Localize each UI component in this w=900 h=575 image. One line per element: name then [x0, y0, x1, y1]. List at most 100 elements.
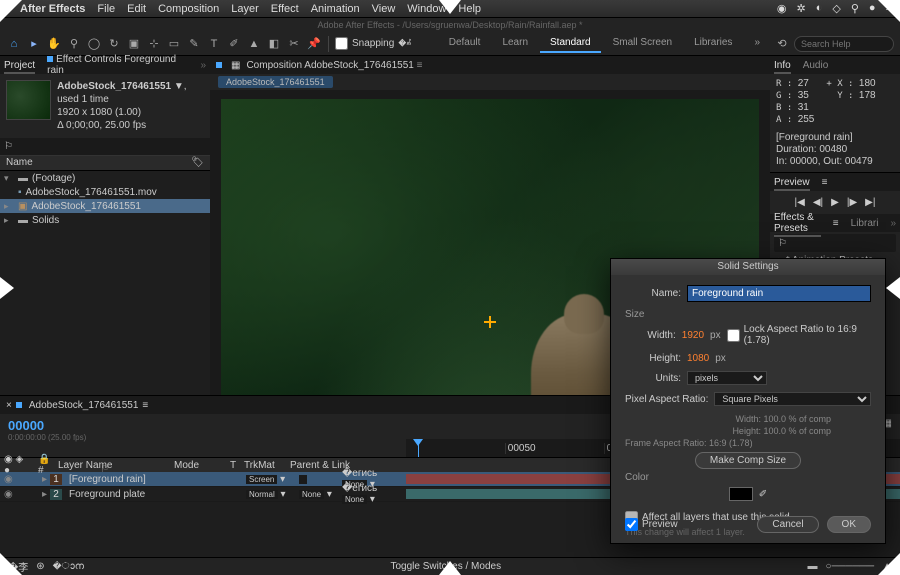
project-search-input[interactable] [13, 142, 206, 152]
width-value[interactable]: 1920 [682, 330, 704, 341]
cancel-button[interactable]: Cancel [757, 516, 818, 533]
workspace-standard[interactable]: Standard [540, 34, 601, 53]
layer-icon: ▦ [231, 60, 240, 71]
menu-edit[interactable]: Edit [127, 3, 146, 15]
tree-item-comp[interactable]: ▸▣AdobeStock_176461551 [0, 199, 210, 213]
snapping-toggle[interactable]: Snapping �ⰼ [335, 37, 411, 50]
siri-icon[interactable]: ● [869, 2, 876, 15]
sub-width: Width: 100.0 % of comp [625, 413, 871, 425]
preview-tab[interactable]: Preview [774, 177, 810, 188]
cc-icon[interactable]: ◉ [777, 2, 787, 15]
trkmat-dropdown[interactable]: None [299, 490, 324, 499]
eraser-tool-icon[interactable]: ◧ [266, 36, 282, 52]
lock-aspect-checkbox[interactable]: Lock Aspect Ratio to 16:9 (1.78) [727, 324, 871, 346]
next-frame-icon[interactable]: |▶ [847, 197, 857, 208]
app-toolbar: ⌂ ▸ ✋ ⚲ ◯ ↻ ▣ ⊹ ▭ ✎ T ✐ ▲ ◧ ✂ 📌 Snapping… [0, 32, 900, 56]
menu-layer[interactable]: Layer [231, 3, 259, 15]
workspace-learn[interactable]: Learn [492, 34, 538, 53]
first-frame-icon[interactable]: |◀ [795, 197, 805, 208]
app-name[interactable]: After Effects [20, 3, 85, 15]
libraries-tab[interactable]: Librari [851, 218, 879, 229]
tree-folder-solids[interactable]: ▸▬Solids [0, 213, 210, 227]
column-tags-icon[interactable]: 🏷 [191, 156, 204, 170]
stamp-tool-icon[interactable]: ▲ [246, 36, 262, 52]
zoom-tool-icon[interactable]: ⚲ [66, 36, 82, 52]
column-name[interactable]: Name [6, 156, 33, 170]
wifi-icon[interactable]: ◇ [832, 2, 840, 15]
tree-item-mov[interactable]: ▪AdobeStock_176461551.mov [0, 185, 210, 199]
solid-settings-dialog: Solid Settings Name: Size Width: 1920 px… [610, 258, 886, 544]
layer-name[interactable]: Foreground plate [65, 489, 243, 500]
project-tab[interactable]: Project [4, 60, 35, 71]
search-help-input[interactable] [794, 36, 894, 52]
size-section-label: Size [625, 309, 871, 320]
effect-controls-tab[interactable]: Effect Controls Foreground rain [47, 54, 188, 76]
composition-breadcrumb[interactable]: AdobeStock_176461551 [218, 76, 333, 88]
shape-tool-icon[interactable]: ▭ [166, 36, 182, 52]
last-frame-icon[interactable]: ▶| [865, 197, 875, 208]
volume-icon[interactable]: ◐ [816, 2, 823, 15]
brush-tool-icon[interactable]: ✐ [226, 36, 242, 52]
tl-opt-icon[interactable]: ⊛ [36, 561, 44, 572]
make-comp-size-button[interactable]: Make Comp Size [695, 452, 801, 469]
effects-presets-tab[interactable]: Effects & Presets [774, 212, 821, 234]
anchor-tool-icon[interactable]: ⊹ [146, 36, 162, 52]
workspace-libraries[interactable]: Libraries [684, 34, 742, 53]
roto-tool-icon[interactable]: ✂ [286, 36, 302, 52]
tl-opt-icon[interactable]: �ാന [53, 561, 84, 572]
workspace-default[interactable]: Default [439, 34, 491, 53]
gear-icon[interactable]: ✲ [797, 2, 806, 15]
menu-animation[interactable]: Animation [311, 3, 360, 15]
orbit-tool-icon[interactable]: ◯ [86, 36, 102, 52]
timeline-tab[interactable]: AdobeStock_176461551 [29, 400, 139, 411]
selection-tool-icon[interactable]: ▸ [26, 36, 42, 52]
zoom-slider[interactable]: ○────── [826, 561, 875, 572]
playhead[interactable] [418, 439, 419, 457]
workspace-more-icon[interactable]: » [744, 34, 770, 53]
search-icon: ⚐ [778, 238, 787, 249]
sub-far: Frame Aspect Ratio: 16:9 (1.78) [625, 437, 871, 449]
play-icon[interactable]: ▶ [831, 197, 839, 208]
par-label: Pixel Aspect Ratio: [625, 394, 708, 405]
hand-tool-icon[interactable]: ✋ [46, 36, 62, 52]
info-layer: [Foreground rain] [776, 132, 894, 144]
panel-more-icon[interactable]: » [200, 60, 206, 71]
prev-frame-icon[interactable]: ◀| [813, 197, 823, 208]
color-swatch[interactable] [729, 487, 753, 501]
audio-tab[interactable]: Audio [803, 60, 829, 71]
mode-dropdown[interactable]: Normal [246, 490, 278, 499]
camera-tool-icon[interactable]: ▣ [126, 36, 142, 52]
ok-button[interactable]: OK [827, 516, 871, 533]
puppet-tool-icon[interactable]: 📌 [306, 36, 322, 52]
preview-checkbox[interactable]: Preview [625, 518, 678, 531]
info-duration: Duration: 00480 [776, 144, 894, 156]
comp-marker-icon [216, 62, 222, 68]
workspace-small[interactable]: Small Screen [603, 34, 682, 53]
search-icon: ⚐ [4, 141, 13, 152]
search-icon[interactable]: ⚲ [851, 2, 859, 15]
timeline-timecode[interactable]: 00000 [8, 418, 398, 433]
sync-icon[interactable]: ⟲ [774, 36, 790, 52]
visibility-icon[interactable]: ◉ [4, 489, 16, 500]
close-tab-icon[interactable]: × [6, 400, 12, 411]
menu-file[interactable]: File [97, 3, 115, 15]
menu-view[interactable]: View [372, 3, 396, 15]
menu-composition[interactable]: Composition [158, 3, 219, 15]
par-dropdown[interactable]: Square Pixels [714, 392, 871, 406]
name-input[interactable] [687, 285, 871, 302]
rotate-tool-icon[interactable]: ↻ [106, 36, 122, 52]
comp-dimensions: 1920 x 1080 (1.00) [57, 106, 204, 119]
home-icon[interactable]: ⌂ [6, 36, 22, 52]
info-tab[interactable]: Info [774, 60, 791, 71]
menu-help[interactable]: Help [458, 3, 481, 15]
text-tool-icon[interactable]: T [206, 36, 222, 52]
search-icon[interactable]: ⚐ [100, 464, 109, 475]
pen-tool-icon[interactable]: ✎ [186, 36, 202, 52]
eyedropper-icon[interactable]: ✐ [759, 489, 767, 500]
tree-folder-footage[interactable]: ▾▬(Footage) [0, 171, 210, 185]
zoom-out-icon[interactable]: ▬ [808, 561, 818, 572]
menu-effect[interactable]: Effect [271, 3, 299, 15]
units-dropdown[interactable]: pixels [687, 371, 767, 385]
parent-dropdown[interactable]: None [342, 495, 367, 504]
height-value[interactable]: 1080 [687, 353, 709, 364]
